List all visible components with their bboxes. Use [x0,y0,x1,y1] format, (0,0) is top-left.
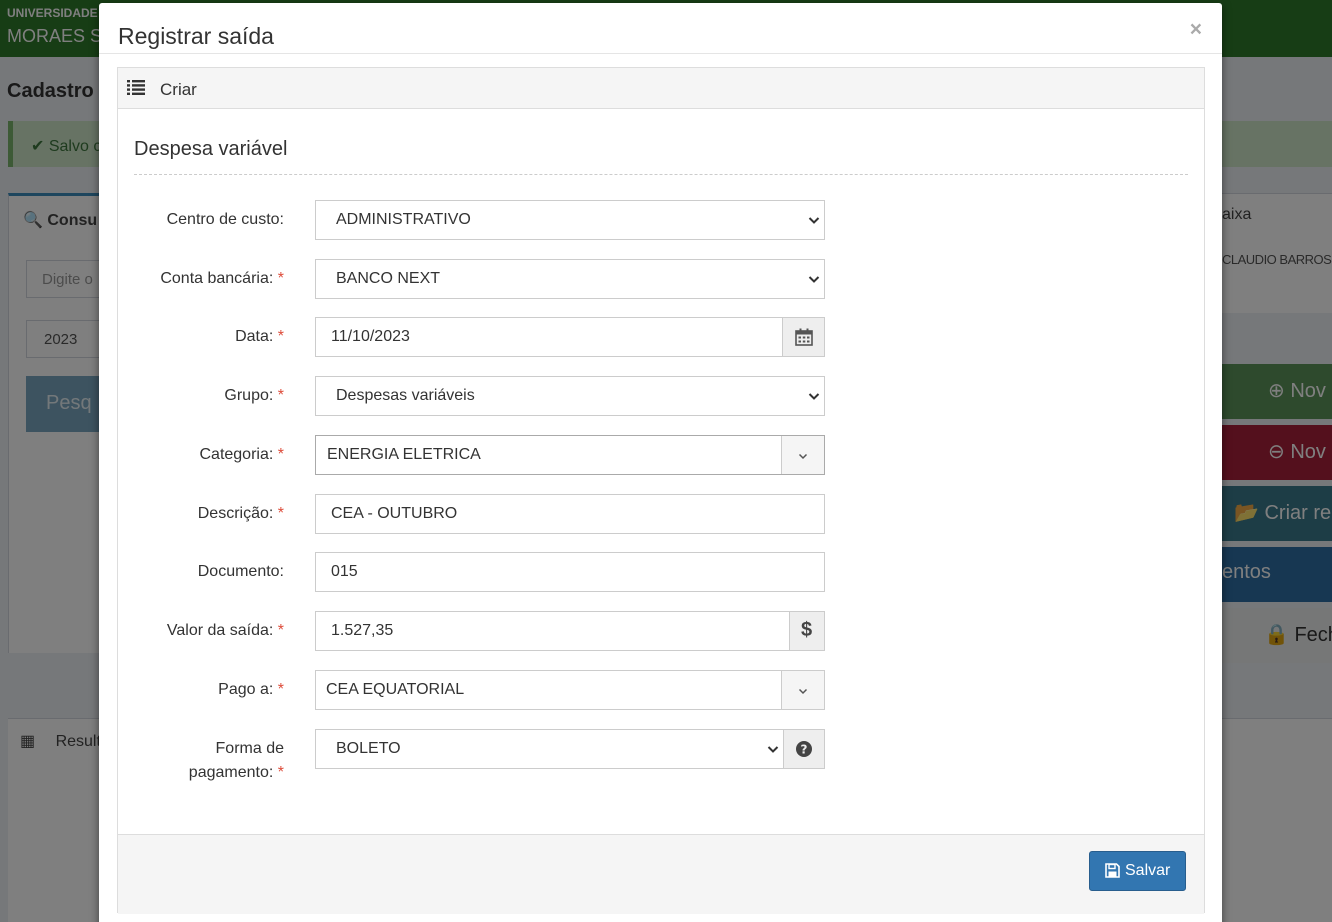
form-row-documento: Documento: 015 [118,552,1206,592]
modal-header: Registrar saída × [99,3,1222,54]
grupo-select[interactable]: Despesas variáveis [315,376,825,416]
calendar-button[interactable] [782,317,825,357]
chevron-down-icon [798,453,808,460]
label-forma-pagamento: Forma de pagamento: * [188,740,284,781]
conta-bancaria-select[interactable]: BANCO NEXT [315,259,825,299]
currency-addon: $ [789,611,825,651]
form-row-categoria: Categoria: * ENERGIA ELETRICA [118,435,1206,475]
centro-custo-select[interactable]: ADMINISTRATIVO [315,200,825,240]
pago-a-dropdown-toggle[interactable] [781,671,824,709]
form-row-forma-pagamento: Forma de pagamento: * BOLETO ? [118,729,1206,781]
label-centro-custo: Centro de custo: [166,211,284,228]
chevron-down-icon [808,393,820,400]
help-button[interactable]: ? [783,729,825,769]
section-divider [134,174,1188,175]
register-expense-modal: Registrar saída × Criar Despesa variável… [99,3,1222,922]
form-row-centro-custo: Centro de custo: ADMINISTRATIVO [118,200,1206,240]
descricao-input[interactable]: CEA - OUTUBRO [315,494,825,534]
calendar-icon [795,328,813,346]
modal-title: Registrar saída [118,23,274,49]
chevron-down-icon [798,688,808,695]
label-categoria: Categoria: * [199,446,284,463]
label-valor: Valor da saída: * [166,622,284,639]
date-input[interactable]: 11/10/2023 [315,317,825,357]
form-row-grupo: Grupo: * Despesas variáveis [118,376,1206,416]
form-row-descricao: Descrição: * CEA - OUTUBRO [118,494,1206,534]
form-row-conta-bancaria: Conta bancária: * BANCO NEXT [118,259,1206,299]
save-button[interactable]: Salvar [1089,851,1186,891]
dollar-icon: $ [801,619,813,641]
chevron-down-icon [808,217,820,224]
panel-heading-text: Criar [160,80,197,99]
label-data: Data: * [235,328,284,345]
label-pago-a: Pago a: * [218,681,284,698]
categoria-dropdown-toggle[interactable] [781,436,824,474]
close-icon[interactable]: × [1190,18,1202,42]
form-row-pago-a: Pago a: * CEA EQUATORIAL [118,670,1206,710]
section-title: Despesa variável [134,138,288,160]
chevron-down-icon [808,276,820,283]
question-circle-icon: ? [796,741,812,757]
label-descricao: Descrição: * [197,505,284,522]
form-row-valor: Valor da saída: * 1.527,35 $ [118,611,1206,651]
floppy-disk-icon [1105,863,1120,878]
chevron-down-icon [767,746,779,753]
pago-a-select[interactable]: CEA EQUATORIAL [315,670,825,710]
valor-input[interactable]: 1.527,35 $ [315,611,825,651]
label-grupo: Grupo: * [224,387,284,404]
forma-pagamento-select[interactable]: BOLETO [315,729,784,769]
label-conta-bancaria: Conta bancária: * [160,270,284,287]
panel-heading: Criar [118,68,1204,109]
panel-footer: Salvar [118,834,1204,914]
documento-input[interactable]: 015 [315,552,825,592]
categoria-select[interactable]: ENERGIA ELETRICA [315,435,825,475]
create-panel: Criar Despesa variável Centro de custo: … [117,67,1206,914]
form-row-data: Data: * 11/10/2023 [118,317,1206,357]
list-icon [127,80,145,95]
label-documento: Documento: [197,563,284,580]
svg-text:?: ? [801,743,808,757]
